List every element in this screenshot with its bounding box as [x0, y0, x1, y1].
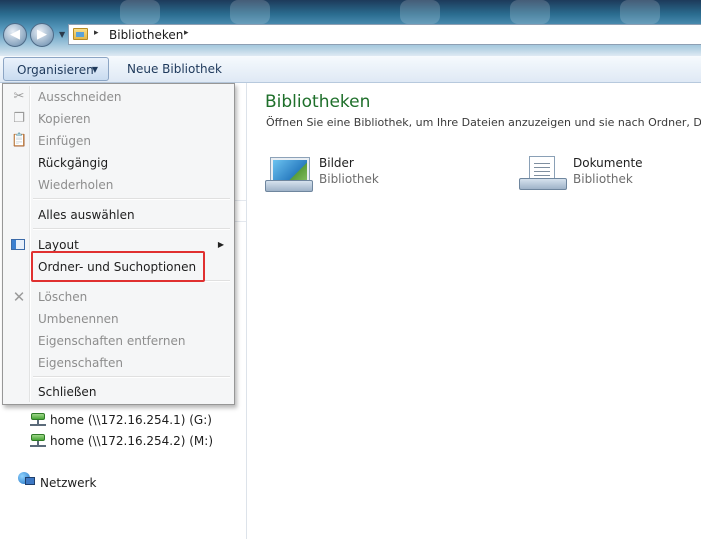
paste-icon: 📋 [11, 133, 28, 148]
menu-item-paste[interactable]: 📋 Einfügen [5, 130, 232, 152]
navigation-divider [234, 200, 246, 222]
background-decoration [510, 0, 550, 24]
menu-item-rename[interactable]: Umbenennen [5, 308, 232, 330]
menu-item-cut[interactable]: ✂ Ausschneiden [5, 86, 232, 108]
menu-item-redo[interactable]: Wiederholen [5, 174, 232, 196]
network-icon [18, 472, 36, 488]
background-decoration [400, 0, 440, 24]
window-title-area: ◀ ▶ ▼ ▸ Bibliotheken ▸ [0, 0, 701, 56]
submenu-arrow-icon: ▶ [217, 240, 224, 249]
organize-label: Organisieren [17, 63, 94, 77]
menu-item-select-all[interactable]: Alles auswählen [5, 204, 232, 226]
back-arrow-icon: ◀ [10, 27, 20, 42]
menu-item-delete[interactable]: ✕ Löschen [5, 286, 232, 308]
menu-item-remove-properties[interactable]: Eigenschaften entfernen [5, 330, 232, 352]
menu-separator [33, 376, 230, 378]
nav-item-network[interactable]: Netzwerk [40, 474, 96, 492]
scissors-icon: ✂ [13, 89, 25, 104]
breadcrumb-separator-icon[interactable]: ▸ [94, 28, 99, 38]
menu-item-close[interactable]: Schließen [5, 381, 232, 403]
background-decoration [620, 0, 660, 24]
forward-arrow-icon: ▶ [37, 27, 47, 42]
address-bar[interactable]: ▸ Bibliotheken ▸ [68, 24, 701, 45]
organize-menu: ✂ Ausschneiden ❐ Kopieren 📋 Einfügen Rüc… [2, 83, 235, 405]
network-drive-icon [30, 434, 46, 448]
pictures-library-icon [265, 158, 315, 194]
recent-pages-dropdown[interactable]: ▼ [59, 30, 65, 39]
library-name: Bilder [319, 156, 354, 170]
library-type: Bibliothek [573, 172, 633, 186]
back-button[interactable]: ◀ [3, 23, 27, 47]
organize-button[interactable]: Organisieren ▼ [3, 57, 109, 81]
delete-icon: ✕ [12, 288, 26, 306]
nav-item-drive-g[interactable]: home (\\172.16.254.1) (G:) [50, 411, 212, 429]
breadcrumb-libraries[interactable]: Bibliotheken [109, 28, 183, 42]
documents-library-icon [519, 156, 569, 194]
background-decoration [120, 0, 160, 24]
library-name: Dokumente [573, 156, 643, 170]
nav-item-drive-m[interactable]: home (\\172.16.254.2) (M:) [50, 432, 213, 450]
copy-icon: ❐ [13, 111, 25, 126]
page-title: Bibliotheken [265, 92, 371, 112]
command-bar: Organisieren ▼ Neue Bibliothek [0, 56, 701, 83]
chevron-down-icon: ▼ [91, 65, 98, 74]
background-decoration [230, 0, 270, 24]
new-library-button[interactable]: Neue Bibliothek [119, 57, 230, 81]
breadcrumb-separator-icon[interactable]: ▸ [184, 28, 189, 38]
annotation-highlight-box [31, 251, 205, 282]
page-subtitle: Öffnen Sie eine Bibliothek, um Ihre Date… [266, 116, 701, 129]
menu-item-copy[interactable]: ❐ Kopieren [5, 108, 232, 130]
content-pane: Bibliotheken Öffnen Sie eine Bibliothek,… [247, 83, 701, 539]
forward-button[interactable]: ▶ [30, 23, 54, 47]
menu-item-undo[interactable]: Rückgängig [5, 152, 232, 174]
menu-item-properties[interactable]: Eigenschaften [5, 352, 232, 374]
menu-separator [33, 228, 230, 230]
menu-separator [33, 198, 230, 200]
chevron-down-icon: ▼ [59, 30, 66, 39]
layout-icon [11, 239, 25, 250]
library-type: Bibliothek [319, 172, 379, 186]
network-drive-icon [30, 413, 46, 427]
libraries-folder-icon [73, 28, 88, 40]
